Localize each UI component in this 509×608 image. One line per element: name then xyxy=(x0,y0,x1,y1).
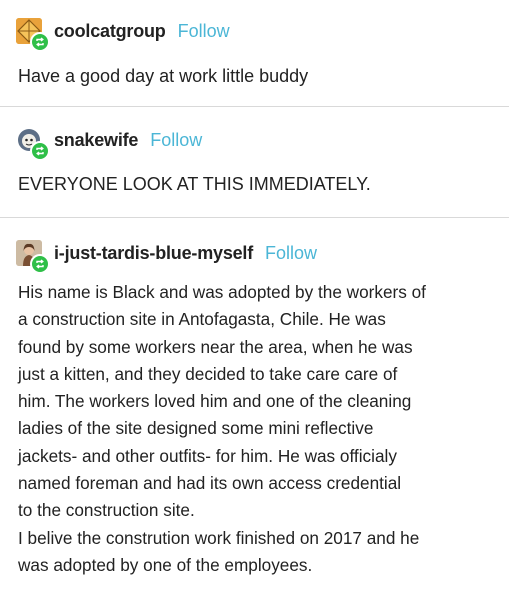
text-line: found by some workers near the area, whe… xyxy=(18,336,413,357)
avatar[interactable] xyxy=(16,18,50,52)
text-line: jackets- and other outfits- for him. He … xyxy=(18,445,397,466)
text-line: a construction site in Antofagasta, Chil… xyxy=(18,309,386,330)
post-body: His name is Black and was adopted by the… xyxy=(18,279,498,579)
avatar[interactable] xyxy=(16,240,50,274)
post-text: Have a good day at work little buddy xyxy=(18,66,309,86)
follow-button[interactable]: Follow xyxy=(150,130,202,151)
text-line: ladies of the site designed some mini re… xyxy=(18,418,374,439)
text-line: named foreman and had its own access cre… xyxy=(18,473,402,494)
follow-button[interactable]: Follow xyxy=(265,243,317,264)
username[interactable]: coolcatgroup xyxy=(54,21,166,42)
follow-button[interactable]: Follow xyxy=(178,21,230,42)
text-line: just a kitten, and they decided to take … xyxy=(18,363,398,384)
text-line: to the construction site. xyxy=(18,500,195,521)
post-header: snakewife Follow xyxy=(16,127,202,161)
post-header: i-just-tardis-blue-myself Follow xyxy=(16,240,317,274)
avatar[interactable] xyxy=(16,127,50,161)
username[interactable]: i-just-tardis-blue-myself xyxy=(54,243,253,264)
text-line: His name is Black and was adopted by the… xyxy=(18,282,426,302)
reblog-icon xyxy=(30,32,50,52)
text-line: was adopted by one of the employees. xyxy=(18,554,313,575)
post-coolcatgroup: coolcatgroup Follow Have a good day at w… xyxy=(0,0,509,106)
reblog-icon xyxy=(30,254,50,274)
text-line: him. The workers loved him and one of th… xyxy=(18,391,412,412)
reblog-icon xyxy=(30,141,50,161)
post-header: coolcatgroup Follow xyxy=(16,18,230,52)
text-line: I belive the constrution work finished o… xyxy=(18,527,420,548)
post-i-just-tardis-blue-myself: i-just-tardis-blue-myself Follow His nam… xyxy=(0,217,509,608)
post-snakewife: snakewife Follow EVERYONE LOOK AT THIS I… xyxy=(0,106,509,217)
username[interactable]: snakewife xyxy=(54,130,138,151)
post-text: EVERYONE LOOK AT THIS IMMEDIATELY. xyxy=(18,174,371,194)
